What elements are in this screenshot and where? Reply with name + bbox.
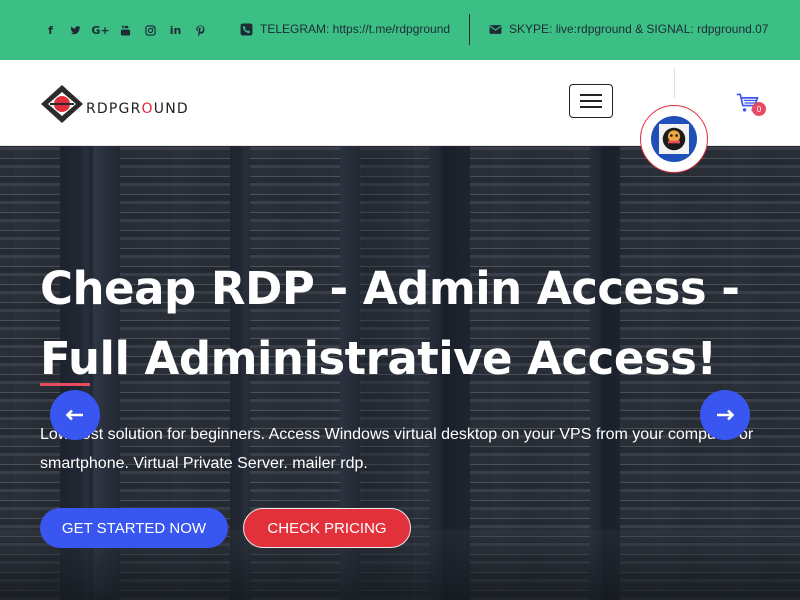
chat-avatar-widget[interactable] — [640, 105, 708, 173]
google-plus-icon[interactable]: G+ — [88, 20, 113, 40]
menu-bar — [580, 100, 602, 102]
header-divider — [674, 68, 675, 98]
site-logo[interactable]: RDPGROUND — [40, 84, 189, 124]
title-accent-line — [40, 383, 90, 386]
hero-title: Cheap RDP - Admin Access - Full Administ… — [40, 262, 740, 385]
cart-count-badge: 0 — [752, 102, 766, 116]
logo-icon — [41, 85, 83, 123]
hero-slider: Cheap RDP - Admin Access - Full Administ… — [0, 146, 800, 600]
telegram-contact: TELEGRAM: https://t.me/rdpground — [240, 22, 450, 36]
envelope-icon — [489, 23, 502, 36]
check-pricing-button[interactable]: CHECK PRICING — [243, 508, 411, 548]
avatar-face-icon — [662, 127, 686, 151]
youtube-icon[interactable] — [113, 20, 138, 40]
skype-contact: SKYPE: live:rdpground & SIGNAL: rdpgroun… — [489, 22, 768, 36]
avatar — [651, 116, 697, 162]
phone-icon — [240, 23, 253, 36]
pinterest-icon[interactable] — [188, 20, 213, 40]
arrow-right-icon — [717, 409, 734, 421]
contact-divider — [469, 14, 470, 45]
skype-text[interactable]: SKYPE: live:rdpground & SIGNAL: rdpgroun… — [509, 22, 768, 36]
slider-next-button[interactable] — [700, 390, 750, 440]
avatar-image — [659, 124, 689, 154]
arrow-left-icon — [66, 409, 83, 421]
linkedin-icon[interactable]: in — [163, 20, 188, 40]
top-bar: f G+ in TELEGRAM: https://t.me/rdpground… — [0, 0, 800, 60]
menu-toggle-button[interactable] — [569, 84, 613, 118]
social-links: f G+ in — [38, 20, 213, 40]
logo-text: RDPGROUND — [86, 101, 189, 117]
cart-button[interactable]: 0 — [736, 92, 766, 118]
hero-description: Low cost solution for beginners. Access … — [40, 426, 754, 472]
twitter-icon[interactable] — [63, 20, 88, 40]
get-started-button[interactable]: GET STARTED NOW — [40, 508, 228, 548]
menu-bar — [580, 94, 602, 96]
facebook-icon[interactable]: f — [38, 20, 63, 40]
telegram-text[interactable]: TELEGRAM: https://t.me/rdpground — [260, 22, 450, 36]
menu-bar — [580, 106, 602, 108]
slider-prev-button[interactable] — [50, 390, 100, 440]
instagram-icon[interactable] — [138, 20, 163, 40]
